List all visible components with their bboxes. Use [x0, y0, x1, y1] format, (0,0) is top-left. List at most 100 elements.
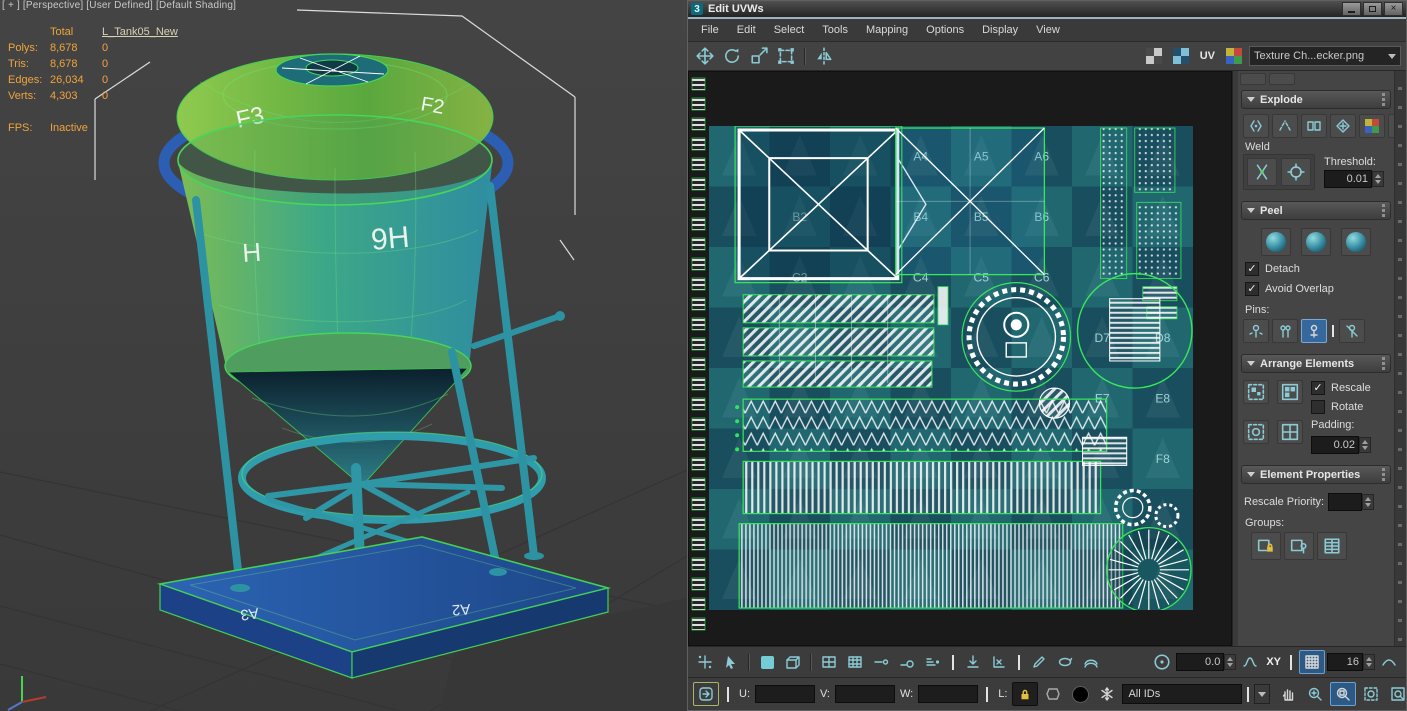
w-input[interactable] [918, 685, 978, 703]
panel-scrollbar[interactable] [1394, 71, 1406, 646]
falloff-circle-button[interactable] [1150, 651, 1174, 673]
absolute-offset-button[interactable] [693, 651, 717, 673]
pack-normalize-button[interactable] [1243, 380, 1269, 404]
snap-grid-button[interactable] [1299, 650, 1325, 674]
avoid-overlap-option[interactable]: ✓ Avoid Overlap [1245, 282, 1387, 296]
scale-button[interactable] [747, 44, 771, 68]
brush-size-button[interactable] [895, 651, 919, 673]
maximize-button[interactable] [1363, 2, 1382, 16]
curve-b-button[interactable] [1377, 651, 1401, 673]
ring-button[interactable] [1079, 651, 1103, 673]
grid-b-button[interactable] [843, 651, 867, 673]
group-lock-button[interactable] [1251, 532, 1281, 560]
rescale-checkbox[interactable]: ✓ [1311, 381, 1325, 395]
mirror-button[interactable] [812, 44, 836, 68]
menu-view[interactable]: View [1027, 22, 1069, 38]
avoid-overlap-checkbox[interactable]: ✓ [1245, 282, 1259, 296]
grid-size-value[interactable]: 16 [1327, 653, 1363, 671]
rollout-header-element-properties[interactable]: Element Properties [1241, 465, 1391, 484]
threshold-spinner[interactable]: 0.01 [1324, 170, 1384, 188]
menu-options[interactable]: Options [917, 22, 973, 38]
loop-button[interactable] [1053, 651, 1077, 673]
rollout-header-explode[interactable]: Explode [1241, 90, 1391, 109]
pelt-button[interactable] [1041, 683, 1065, 705]
pin-all-button[interactable] [1272, 319, 1298, 343]
curve-a-button[interactable] [1238, 651, 1262, 673]
group-select-button[interactable] [1317, 532, 1347, 560]
clipped-button[interactable] [1269, 73, 1295, 85]
rescale-priority-spinner[interactable] [1328, 493, 1374, 511]
padding-value[interactable]: 0.02 [1311, 436, 1359, 454]
spinner-arrows-icon[interactable] [1224, 654, 1236, 670]
clipped-button[interactable] [1240, 73, 1266, 85]
zoom-extents-button[interactable] [1359, 683, 1383, 705]
explode-faces-button[interactable] [1330, 114, 1356, 138]
spinner-arrows-icon[interactable] [1359, 437, 1371, 453]
freeform-gizmo-button[interactable] [774, 44, 798, 68]
soft-selection-button[interactable] [755, 651, 779, 673]
detach-option[interactable]: ✓ Detach [1245, 262, 1387, 276]
falloff-value[interactable]: 0.0 [1176, 653, 1224, 671]
grid-a-button[interactable] [817, 651, 841, 673]
falloff-spinner[interactable]: 0.0 [1176, 653, 1236, 671]
pin-move-button[interactable] [1243, 319, 1269, 343]
pin-selected-button[interactable] [1301, 319, 1327, 343]
threshold-value[interactable]: 0.01 [1324, 170, 1372, 188]
minimize-button[interactable] [1342, 2, 1361, 16]
lock-button[interactable] [1012, 682, 1038, 706]
texture-dropdown[interactable]: Texture Ch...ecker.png [1249, 46, 1401, 66]
u-input[interactable] [755, 685, 815, 703]
pivot-corner-button[interactable] [987, 651, 1011, 673]
rollout-header-peel[interactable]: Peel [1241, 201, 1391, 220]
color-checker-button[interactable] [1222, 44, 1246, 68]
zoom-region-button[interactable] [1330, 682, 1356, 706]
v-input[interactable] [835, 685, 895, 703]
rescale-priority-value[interactable] [1328, 493, 1362, 511]
pan-button[interactable] [1276, 683, 1300, 705]
spinner-arrows-icon[interactable] [1372, 171, 1384, 187]
rescale-option[interactable]: ✓ Rescale [1311, 381, 1371, 395]
peel-reset-button[interactable] [1341, 228, 1371, 256]
spinner-arrows-icon[interactable] [1362, 494, 1374, 510]
zoom-button[interactable] [1303, 683, 1327, 705]
break-edge-button[interactable] [1272, 114, 1298, 138]
move-button[interactable] [693, 44, 717, 68]
break-vertex-button[interactable] [1243, 114, 1269, 138]
rotate-checkbox[interactable] [1311, 400, 1325, 414]
padding-spinner[interactable]: 0.02 [1311, 436, 1371, 454]
menu-mapping[interactable]: Mapping [857, 22, 917, 38]
break-face-button[interactable] [1301, 114, 1327, 138]
element-mode-button[interactable] [781, 651, 805, 673]
brush-falloff-button[interactable] [869, 651, 893, 673]
spinner-arrows-icon[interactable] [1363, 654, 1375, 670]
uv-checker-button[interactable] [1169, 44, 1193, 68]
rotate-option[interactable]: Rotate [1311, 400, 1371, 414]
menu-file[interactable]: File [692, 22, 728, 38]
axis-label[interactable]: XY [1266, 656, 1281, 668]
menu-tools[interactable]: Tools [813, 22, 857, 38]
menu-display[interactable]: Display [973, 22, 1027, 38]
peel-mode-button[interactable] [1301, 228, 1331, 256]
detach-checkbox[interactable]: ✓ [1245, 262, 1259, 276]
brush-strength-button[interactable] [921, 651, 945, 673]
menu-select[interactable]: Select [765, 22, 814, 38]
titlebar[interactable]: 3 Edit UVWs × [688, 1, 1406, 17]
group-pin-button[interactable] [1284, 532, 1314, 560]
target-weld-button[interactable] [1281, 158, 1311, 186]
freeze-button[interactable] [1095, 683, 1119, 705]
rotate-button[interactable] [720, 44, 744, 68]
uv-space-label[interactable]: UV [1196, 50, 1219, 62]
grid-size-spinner[interactable]: 16 [1327, 653, 1375, 671]
pack-grid-button[interactable] [1277, 420, 1303, 444]
viewport-3d[interactable]: F3 F2 H 9H [0, 0, 687, 711]
uv-editor-canvas[interactable]: A4A5A6B2B4B5B6C2C4C5C6D7D8E7E8F8 [688, 71, 1232, 646]
select-cursor-button[interactable] [719, 651, 743, 673]
show-map-button[interactable] [1142, 44, 1166, 68]
pivot-down-button[interactable] [961, 651, 985, 673]
weld-selected-button[interactable] [1247, 158, 1277, 186]
viewport-shading-label[interactable]: [ + ] [Perspective] [User Defined] [Defa… [2, 0, 236, 11]
menu-edit[interactable]: Edit [728, 22, 765, 38]
preview-color-button[interactable] [1068, 683, 1092, 705]
material-id-dropdown[interactable]: All IDs [1122, 684, 1242, 704]
rollout-header-arrange[interactable]: Arrange Elements [1241, 354, 1391, 373]
